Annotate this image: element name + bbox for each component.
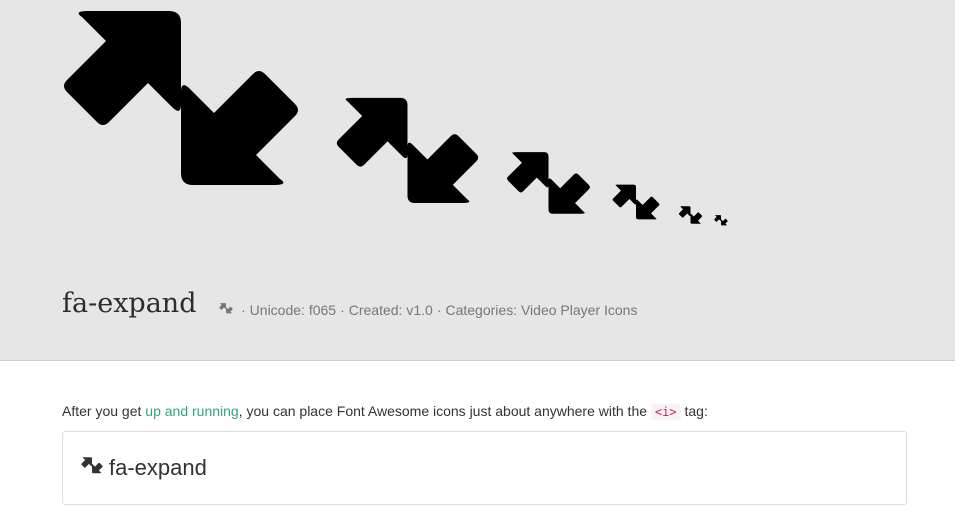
usage-example-label: fa-expand [109,455,207,480]
icon-hero: fa-expand · Unicode: f065 · Created: v1.… [0,0,955,361]
icon-size-previews [0,0,955,270]
usage-example-box: fa-expand [62,431,907,505]
intro-text-middle: , you can place Font Awesome icons just … [238,403,651,419]
expand-icon [81,457,103,474]
expand-icon-4x [336,97,479,203]
intro-text-end: tag: [680,403,708,419]
meta-created: Created: v1.0 [348,302,433,318]
expand-icon-2x [612,184,660,220]
i-tag-code: <i> [650,404,681,420]
meta-categories: Categories: Video Player Icons [445,302,638,318]
intro-text-start: After you get [62,403,146,419]
icon-meta: · Unicode: f065 · Created: v1.0 · Catego… [219,301,637,319]
expand-icon-5x [64,11,298,185]
meta-separator: · [241,302,246,318]
usage-intro: After you get up and running, you can pl… [62,402,708,421]
icon-title: fa-expand [62,288,197,319]
expand-icon-small [219,303,233,314]
meta-separator: · [436,302,442,318]
expand-icon-lg [678,206,703,224]
up-and-running-link[interactable]: up and running [145,403,238,419]
expand-icon-base [714,215,728,226]
expand-icon-3x [507,152,590,214]
meta-unicode: Unicode: f065 [249,302,337,318]
meta-separator: · [340,302,345,318]
